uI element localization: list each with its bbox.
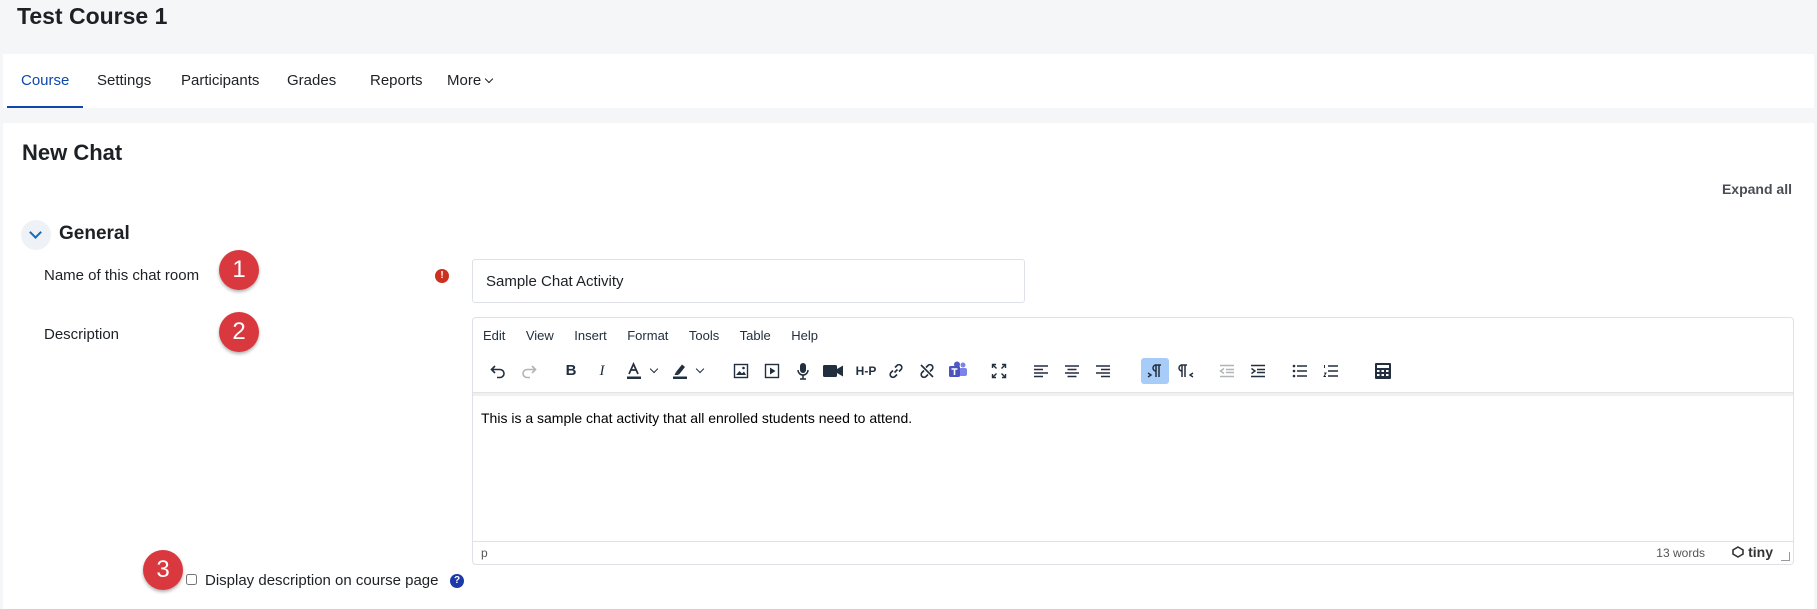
display-description-label[interactable]: Display description on course page [205, 572, 438, 589]
description-editor: Edit View Insert Format Tools Table Help… [472, 317, 1794, 565]
align-center-icon[interactable] [1058, 358, 1086, 384]
indent-icon[interactable] [1244, 358, 1272, 384]
element-path[interactable]: p [481, 546, 488, 560]
video-camera-icon[interactable] [819, 358, 847, 384]
fullscreen-icon[interactable] [985, 358, 1013, 384]
align-left-icon[interactable] [1027, 358, 1055, 384]
section-collapse-toggle[interactable] [21, 220, 51, 250]
menu-help[interactable]: Help [791, 328, 818, 343]
image-icon[interactable] [727, 358, 755, 384]
undo-icon[interactable] [484, 358, 512, 384]
question-circle-icon[interactable]: ? [450, 574, 464, 588]
chevron-down-icon [484, 74, 494, 84]
text-color-dropdown[interactable] [649, 358, 661, 384]
outdent-icon[interactable] [1213, 358, 1241, 384]
callout-badge-1: 1 [219, 250, 259, 290]
callout-badge-2: 2 [219, 312, 259, 352]
page-title: New Chat [22, 140, 123, 165]
tiny-logo[interactable]: tiny [1732, 544, 1773, 560]
resize-handle[interactable] [1781, 552, 1790, 561]
bullet-list-icon[interactable] [1286, 358, 1314, 384]
editor-content[interactable]: This is a sample chat activity that all … [481, 410, 912, 426]
highlight-icon[interactable] [666, 358, 694, 384]
highlight-dropdown[interactable] [695, 358, 707, 384]
course-title: Test Course 1 [17, 3, 168, 29]
rtl-icon[interactable] [1172, 358, 1200, 384]
description-label: Description [44, 326, 120, 343]
calculator-icon[interactable] [1369, 358, 1397, 384]
section-title: General [59, 223, 130, 244]
editor-toolbar: B I H-P [473, 358, 1793, 388]
chat-name-input[interactable] [472, 259, 1025, 303]
unlink-icon[interactable] [913, 358, 941, 384]
ltr-icon[interactable] [1141, 358, 1169, 384]
menu-format[interactable]: Format [627, 328, 668, 343]
word-count[interactable]: 13 words [1656, 546, 1705, 560]
menu-view[interactable]: View [526, 328, 554, 343]
tab-settings[interactable]: Settings [83, 54, 165, 108]
callout-badge-3: 3 [143, 550, 183, 590]
editor-menubar: Edit View Insert Format Tools Table Help [483, 327, 834, 349]
tab-participants[interactable]: Participants [167, 54, 273, 108]
tab-reports[interactable]: Reports [356, 54, 437, 108]
teams-icon[interactable] [944, 358, 972, 384]
link-icon[interactable] [882, 358, 910, 384]
tiny-brand-text: tiny [1748, 544, 1773, 560]
microphone-icon[interactable] [789, 358, 817, 384]
display-description-checkbox[interactable] [186, 574, 197, 585]
main-content: New Chat Expand all General Name of this… [3, 123, 1814, 609]
media-icon[interactable] [758, 358, 786, 384]
align-right-icon[interactable] [1089, 358, 1117, 384]
text-color-icon[interactable] [620, 358, 648, 384]
redo-icon[interactable] [515, 358, 543, 384]
menu-table[interactable]: Table [740, 328, 771, 343]
numbered-list-icon[interactable] [1317, 358, 1345, 384]
course-navbar: Course Settings Participants Grades Repo… [3, 54, 1814, 108]
menu-tools[interactable]: Tools [689, 328, 719, 343]
expand-all-link[interactable]: Expand all [1722, 181, 1792, 197]
tab-more-label: More [447, 72, 482, 89]
editor-statusbar: p 13 words tiny [473, 541, 1793, 564]
tab-course[interactable]: Course [7, 54, 84, 108]
tab-grades[interactable]: Grades [273, 54, 350, 108]
required-icon: ! [435, 269, 449, 283]
h5p-icon[interactable]: H-P [852, 358, 880, 384]
bold-icon[interactable]: B [557, 358, 585, 384]
menu-edit[interactable]: Edit [483, 328, 505, 343]
toolbar-divider [473, 392, 1793, 396]
italic-icon[interactable]: I [588, 358, 616, 384]
menu-insert[interactable]: Insert [574, 328, 607, 343]
tab-more[interactable]: More [433, 54, 506, 108]
name-field-label: Name of this chat room [44, 267, 200, 284]
